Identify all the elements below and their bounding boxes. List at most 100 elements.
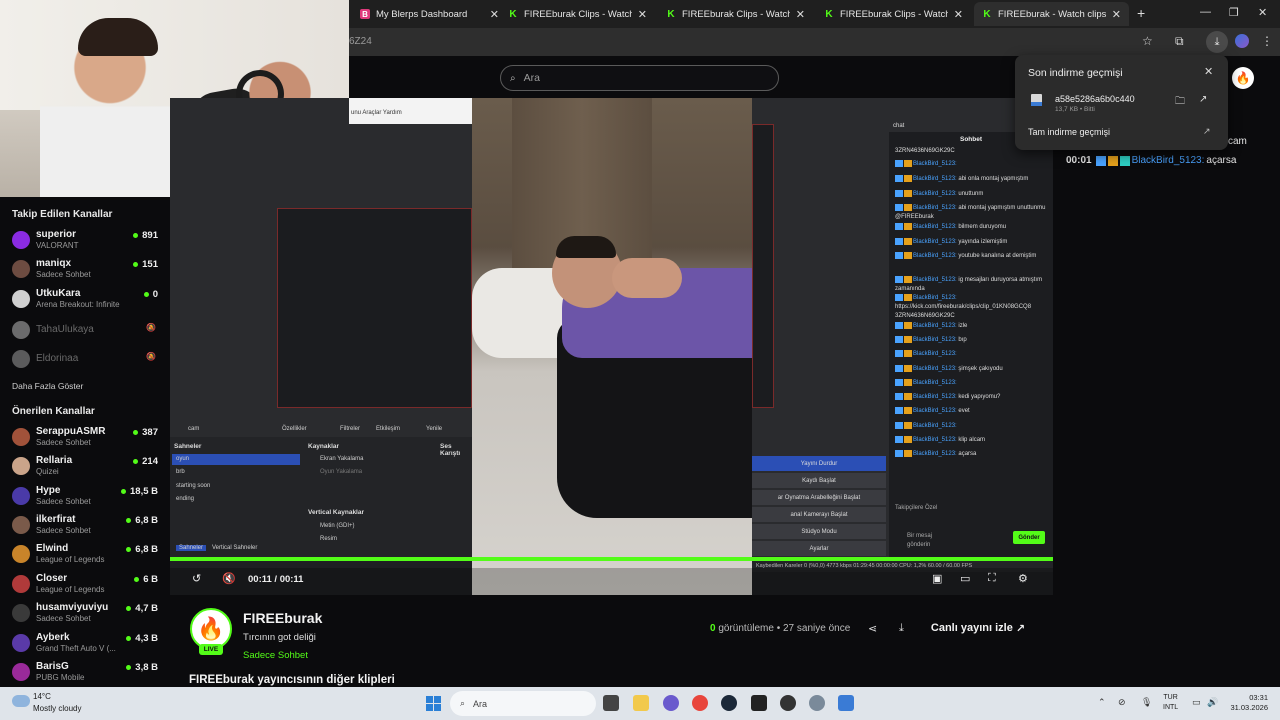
obs-source-item[interactable]: Resim: [320, 536, 337, 542]
obs-source-item[interactable]: Oyun Yakalama: [320, 469, 362, 475]
obs-control-button[interactable]: anal Kamerayı Başlat: [752, 507, 886, 522]
full-download-history-link[interactable]: Tam indirme geçmişi: [1028, 127, 1110, 137]
followed-channel[interactable]: maniqx Sadece Sohbet 151: [12, 258, 162, 287]
clip-category[interactable]: Sadece Sohbet: [243, 650, 308, 661]
address-bar-url[interactable]: 6Z24: [349, 36, 372, 47]
browser-tab-active[interactable]: K FIREEburak - Watch clips on Ki ✕: [974, 2, 1129, 26]
obs-control-button[interactable]: Stüdyo Modu: [752, 524, 886, 539]
obs-tab-vertical[interactable]: Vertical Sahneler: [212, 545, 257, 551]
volume-icon[interactable]: 🔊: [1207, 697, 1218, 708]
obs-tab-scenes[interactable]: Sahneler: [176, 545, 207, 551]
clock[interactable]: 03:31 31.03.2026: [1222, 693, 1268, 713]
taskbar-search[interactable]: ⌕ Ara: [450, 691, 596, 716]
obs-control-button[interactable]: Ayarlar: [752, 541, 886, 556]
recommended-channel[interactable]: SerappuASMR Sadece Sohbet 387: [12, 426, 162, 455]
chevron-up-icon[interactable]: ⌃: [1098, 697, 1106, 708]
obs-icon[interactable]: [780, 695, 796, 711]
obs-scene-item[interactable]: oyun: [176, 456, 189, 462]
menu-dots-icon[interactable]: ⋮: [1261, 34, 1273, 48]
recommended-channel[interactable]: husamviyuviyu Sadece Sohbet 4,7 B: [12, 602, 162, 631]
channel-name[interactable]: FIREEburak: [243, 610, 322, 626]
discord-icon[interactable]: [663, 695, 679, 711]
settings-icon[interactable]: [809, 695, 825, 711]
obs-scene-item[interactable]: ending: [176, 496, 194, 502]
extensions-icon[interactable]: ⧉: [1175, 34, 1184, 49]
chrome-icon[interactable]: [692, 695, 708, 711]
recommended-channel[interactable]: Hype Sadece Sohbet 18,5 B: [12, 485, 162, 514]
obs-control-button[interactable]: Yayını Durdur: [752, 456, 886, 471]
obs-refresh-button[interactable]: Yenile: [426, 426, 442, 432]
browser-tab[interactable]: K FIREEburak Clips - Watch Live o ✕: [658, 2, 813, 26]
obs-scene-item[interactable]: brb: [176, 469, 185, 475]
obs-source-item[interactable]: Ekran Yakalama: [320, 456, 363, 462]
user-avatar[interactable]: 🔥: [1232, 67, 1254, 89]
close-icon[interactable]: ✕: [1204, 65, 1213, 78]
recommended-channel[interactable]: Rellaria Quizei 214: [12, 455, 162, 484]
weather-desc[interactable]: Mostly cloudy: [33, 704, 81, 713]
language-indicator[interactable]: TUR INTL: [1163, 693, 1178, 713]
download-file-name[interactable]: a58e5286a6b0c440: [1055, 94, 1135, 104]
watch-live-button[interactable]: Canlı yayını izle ↗: [919, 615, 1037, 641]
steam-icon[interactable]: [721, 695, 737, 711]
browser-tab[interactable]: K FIREEburak Clips - Watch Live o ✕: [500, 2, 655, 26]
obs-properties-button[interactable]: Özellikler: [282, 426, 307, 432]
obs-scene-item[interactable]: starting soon: [176, 483, 210, 489]
obs-interact-button[interactable]: Etkileşim: [376, 426, 400, 432]
recommended-channel[interactable]: Ayberk Grand Theft Auto V (... 4,3 B: [12, 632, 162, 661]
display-icon[interactable]: ▭: [1192, 697, 1201, 708]
obs-control-button[interactable]: ar Oynatma Arabelleğini Başlat: [752, 490, 886, 505]
browser-tab[interactable]: B My Blerps Dashboard ✕: [352, 2, 507, 26]
task-view-icon[interactable]: [603, 695, 619, 711]
weather-temp[interactable]: 14°C: [33, 692, 51, 701]
download-icon[interactable]: ⤓: [1206, 31, 1228, 53]
pip-icon[interactable]: ▣: [932, 572, 942, 585]
share-icon[interactable]: ⋖: [868, 622, 877, 635]
bookmark-star-icon[interactable]: ☆: [1142, 34, 1153, 48]
close-icon[interactable]: ✕: [1112, 8, 1121, 21]
recommended-channel[interactable]: ilkerfirat Sadece Sohbet 6,8 B: [12, 514, 162, 543]
clip-video-player[interactable]: unu Araçlar Yardım cam Özellikler Filtre…: [170, 98, 1053, 595]
file-explorer-icon[interactable]: [633, 695, 649, 711]
close-icon[interactable]: ✕: [638, 8, 647, 21]
badge-icon: [904, 407, 912, 414]
browser-tab[interactable]: K FIREEburak Clips - Watch Live o ✕: [816, 2, 971, 26]
minimize-icon[interactable]: —: [1200, 6, 1211, 18]
followed-channel[interactable]: UtkuKara Arena Breakout: Infinite 0: [12, 288, 162, 317]
profile-avatar[interactable]: [1235, 34, 1249, 48]
obs-filters-button[interactable]: Filtreler: [340, 426, 360, 432]
close-icon[interactable]: ✕: [954, 8, 963, 21]
mic-icon[interactable]: 🎙: [1141, 697, 1152, 708]
close-icon[interactable]: ✕: [490, 8, 499, 21]
restore-icon[interactable]: ❐: [1229, 6, 1239, 19]
new-tab-icon[interactable]: +: [1137, 5, 1145, 21]
settings-icon[interactable]: ⚙: [1018, 572, 1028, 585]
open-external-icon[interactable]: ↗: [1203, 126, 1211, 137]
download-icon[interactable]: ⤓: [899, 622, 904, 635]
search-input[interactable]: ⌕ Ara: [500, 65, 779, 91]
offline-channel[interactable]: TahaUlukaya 🔕: [12, 319, 162, 348]
chat-message-input[interactable]: Bir mesaj gönderin: [907, 532, 957, 550]
show-more-link[interactable]: Daha Fazla Göster: [12, 381, 83, 391]
folder-icon[interactable]: 🗀: [1175, 94, 1185, 111]
close-icon[interactable]: ✕: [796, 8, 805, 21]
open-external-icon[interactable]: ↗: [1199, 94, 1207, 105]
recommended-channel[interactable]: Closer League of Legends 6 B: [12, 573, 162, 602]
obs-control-button[interactable]: Kaydı Başlat: [752, 473, 886, 488]
app-icon[interactable]: [751, 695, 767, 711]
window-close-icon[interactable]: ✕: [1258, 6, 1267, 19]
network-icon[interactable]: ⊘: [1118, 697, 1126, 708]
windows-start-icon[interactable]: [426, 696, 441, 711]
offline-channel[interactable]: Eldorinaa 🔕: [12, 348, 162, 377]
app-icon[interactable]: [838, 695, 854, 711]
chat-username[interactable]: BlackBird_5123:: [1132, 155, 1205, 166]
fullscreen-icon[interactable]: ⛶: [988, 572, 996, 585]
video-progress-bar[interactable]: [170, 557, 1053, 561]
theater-icon[interactable]: ▭: [960, 572, 970, 585]
replay-icon[interactable]: ↺: [192, 572, 201, 585]
send-button[interactable]: Gönder: [1013, 531, 1045, 544]
recommended-channel[interactable]: BarisG PUBG Mobile 3,8 B: [12, 661, 162, 690]
recommended-channel[interactable]: Elwind League of Legends 6,8 B: [12, 543, 162, 572]
mute-icon[interactable]: 🔇: [222, 572, 236, 585]
obs-source-item[interactable]: Metin (GDI+): [320, 523, 355, 529]
followed-channel[interactable]: superior VALORANT 891: [12, 229, 162, 258]
